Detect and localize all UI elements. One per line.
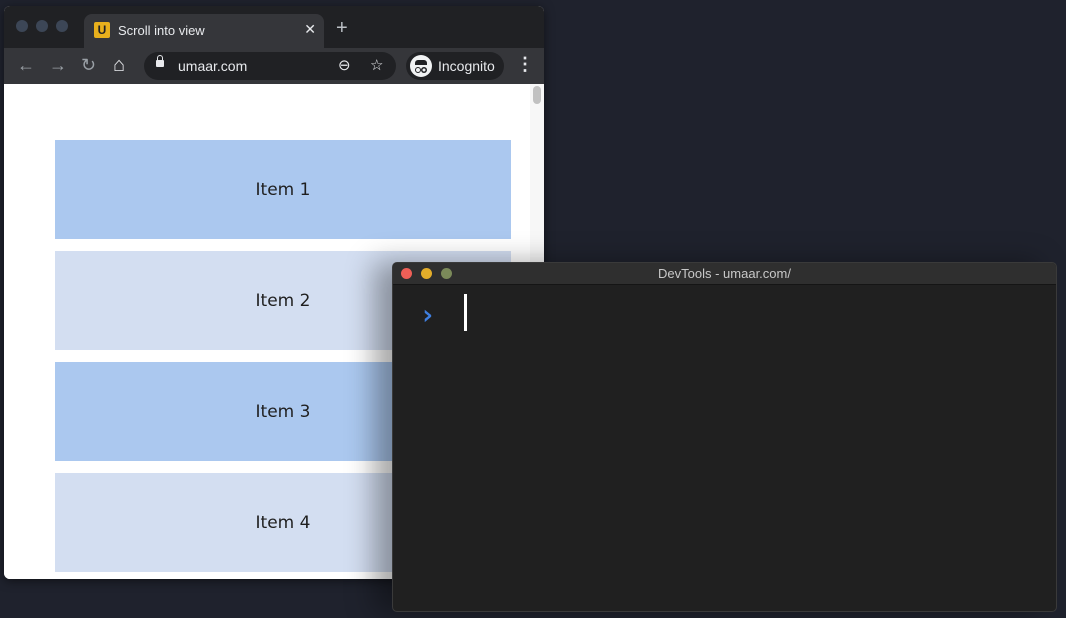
console-input-cursor[interactable] bbox=[464, 294, 467, 331]
reload-icon[interactable]: ↻ bbox=[81, 56, 96, 74]
devtools-window: DevTools - umaar.com/ › bbox=[392, 262, 1057, 612]
incognito-label: Incognito bbox=[438, 58, 495, 74]
star-bookmark-icon[interactable]: ☆ bbox=[370, 56, 383, 74]
list-item-label: Item 1 bbox=[255, 179, 311, 200]
list-item: Item 1 bbox=[55, 140, 511, 239]
forward-arrow-icon[interactable]: → bbox=[49, 56, 67, 74]
window-close-button[interactable] bbox=[16, 20, 28, 32]
tab-strip: U Scroll into view ✕ + bbox=[4, 6, 544, 48]
url-text: umaar.com bbox=[178, 58, 248, 74]
list-item-label: Item 3 bbox=[255, 401, 311, 422]
incognito-icon bbox=[410, 55, 432, 77]
devtools-title: DevTools - umaar.com/ bbox=[658, 266, 791, 281]
zoom-icon[interactable]: ⊖ bbox=[338, 56, 351, 74]
umaar-favicon-icon: U bbox=[94, 22, 110, 38]
home-icon[interactable]: ⌂ bbox=[113, 55, 125, 75]
window-zoom-button[interactable] bbox=[56, 20, 68, 32]
list-item-label: Item 2 bbox=[255, 290, 311, 311]
console-prompt-chevron-icon: › bbox=[419, 298, 436, 331]
incognito-badge[interactable]: Incognito bbox=[406, 52, 504, 80]
tab-scroll-into-view[interactable]: U Scroll into view ✕ bbox=[84, 14, 324, 48]
browser-toolbar: ← → ↻ ⌂ umaar.com ⊖ ☆ Incognito ⋮ bbox=[4, 48, 544, 84]
lock-icon bbox=[156, 55, 164, 67]
address-bar[interactable]: umaar.com ⊖ ☆ bbox=[144, 52, 396, 80]
new-tab-button[interactable]: + bbox=[336, 18, 348, 38]
tab-close-icon[interactable]: ✕ bbox=[304, 21, 316, 38]
back-arrow-icon[interactable]: ← bbox=[17, 56, 35, 74]
tab-title: Scroll into view bbox=[118, 23, 205, 38]
list-item-label: Item 4 bbox=[255, 512, 311, 533]
devtools-titlebar: DevTools - umaar.com/ bbox=[393, 263, 1056, 285]
window-minimize-button[interactable] bbox=[36, 20, 48, 32]
kebab-menu-icon[interactable]: ⋮ bbox=[516, 54, 534, 75]
scrollbar-thumb[interactable] bbox=[533, 86, 541, 104]
